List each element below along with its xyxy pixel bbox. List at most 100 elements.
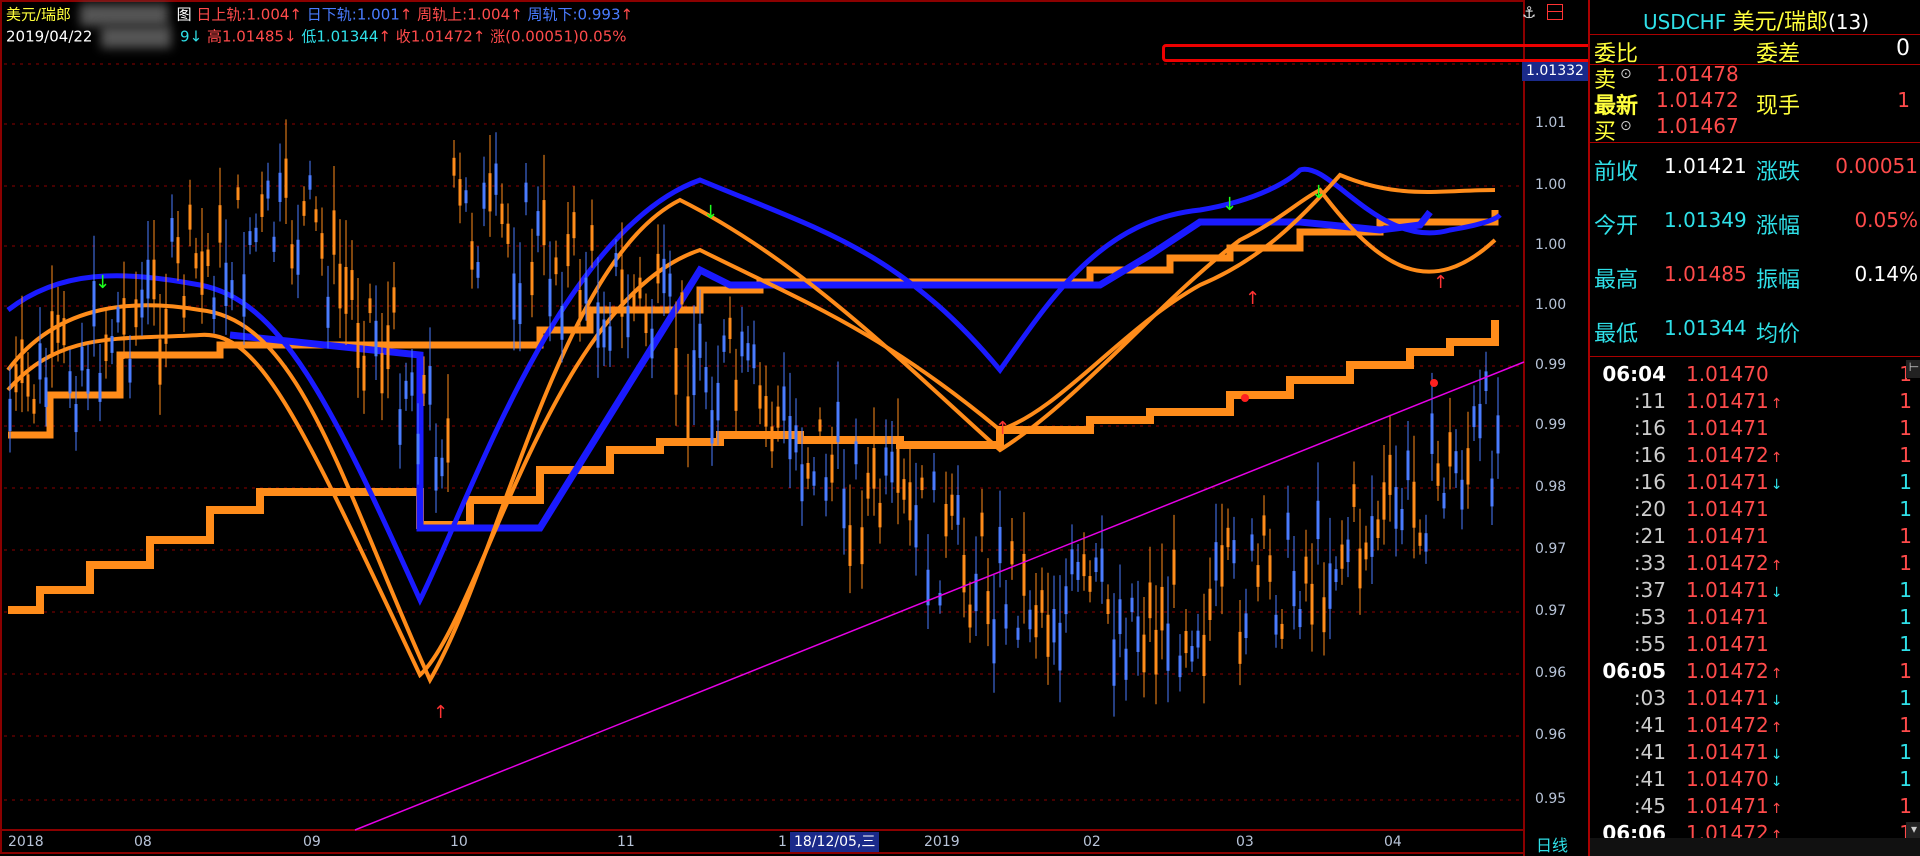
candle-body [1250, 534, 1254, 551]
candle-body [1154, 629, 1158, 675]
candle-body [1046, 614, 1050, 657]
time-tick-label: 09 [303, 834, 321, 850]
candle-body [338, 263, 342, 309]
candle-body [920, 477, 924, 491]
tick-price: 1.01472 ↑ [1686, 443, 1783, 467]
candle-body [812, 471, 816, 486]
tick-row[interactable]: :16 1.01471 1 [1590, 416, 1920, 443]
price-tick-label: 0.95 [1535, 791, 1567, 807]
candle-body [158, 339, 162, 385]
tick-price: 1.01471 ↑ [1686, 389, 1783, 413]
tick-time: :41 [1633, 713, 1666, 737]
bar-close-arrow: ↑ [472, 27, 486, 46]
candle-body [248, 231, 252, 246]
candle-body [188, 204, 192, 230]
kline-chart[interactable]: ↓ ↓ ↓ ↓ ↑ ↑ ↑ ↑ 美元/瑞郎 图 日上轨:1.004↑ 日下轨:1.001↑ 周… [0, 0, 1588, 856]
tick-row[interactable]: :53 1.01471 1 [1590, 605, 1920, 632]
tick-volume: 1 [1899, 767, 1912, 791]
zhenfu-value: 0.14% [1854, 262, 1918, 286]
candle-body [914, 505, 918, 548]
candle-body [1238, 631, 1242, 664]
tick-row[interactable]: :33 1.01472 ↑ 1 [1590, 551, 1920, 578]
tick-row[interactable]: :41 1.01471 ↓ 1 [1590, 740, 1920, 767]
candle-body [662, 258, 666, 294]
candle-body [548, 278, 552, 317]
grid-icon[interactable] [1547, 4, 1563, 20]
tick-price: 1.01471 ↓ [1686, 470, 1783, 494]
candle-body [308, 175, 312, 190]
candle-body [824, 477, 828, 501]
tool-label[interactable]: 图 [177, 6, 192, 24]
tick-price: 1.01471 ↓ [1686, 686, 1783, 710]
candle-body [434, 456, 438, 491]
candle-body [14, 364, 18, 393]
candle-body [1184, 631, 1188, 654]
candle-body [254, 227, 258, 243]
tick-row[interactable]: :55 1.01471 1 [1590, 632, 1920, 659]
tick-row[interactable]: :45 1.01471 ↑ 1 [1590, 794, 1920, 821]
tick-row[interactable]: :20 1.01471 1 [1590, 497, 1920, 524]
tick-row[interactable]: :41 1.01470 ↓ 1 [1590, 767, 1920, 794]
candle-body [1304, 556, 1308, 584]
ind-week-lower: 周轨下:0.993 [527, 5, 621, 24]
tick-row[interactable]: :11 1.01471 ↑ 1 [1590, 389, 1920, 416]
tick-price: 1.01472 ↑ [1686, 713, 1783, 737]
candle-body [1274, 614, 1278, 635]
high-label: 最高 [1594, 268, 1639, 293]
candle-body [758, 385, 762, 409]
candle-body [512, 273, 516, 320]
ind-week-upper: 周轨上:1.004 [417, 5, 511, 24]
time-tick-label: 08 [134, 834, 152, 850]
time-tick-label: 2019 [924, 834, 960, 850]
candle-body [56, 314, 60, 343]
zhangfu-value: 0.05% [1854, 208, 1918, 232]
candle-body [566, 234, 570, 267]
tick-time: :41 [1633, 740, 1666, 764]
candle-body [1364, 542, 1368, 560]
time-tick-label: 1 [778, 834, 787, 850]
tick-volume: 1 [1899, 740, 1912, 764]
candle-body [956, 495, 960, 525]
price-tick-label: 0.98 [1535, 479, 1567, 495]
tick-row[interactable]: 06:05 1.01472 ↑ 1 [1590, 659, 1920, 686]
candle-body [716, 382, 720, 421]
tick-price: 1.01470 ↓ [1686, 767, 1783, 791]
chart-canvas[interactable]: ↓ ↓ ↓ ↓ ↑ ↑ ↑ ↑ [0, 0, 1525, 856]
candle-body [1472, 406, 1476, 428]
candle-body [44, 377, 48, 407]
candle-body [140, 289, 144, 318]
candle-body [500, 203, 504, 225]
candle-body [608, 326, 612, 351]
bar-change: 涨(0.00051)0.05% [490, 27, 627, 46]
tick-row[interactable]: :37 1.01471 ↓ 1 [1590, 578, 1920, 605]
candle-body [686, 396, 690, 439]
tick-row[interactable]: :16 1.01471 ↓ 1 [1590, 470, 1920, 497]
candle-body [482, 182, 486, 209]
period-tab[interactable]: 日线 [1536, 832, 1568, 856]
tick-row[interactable]: :41 1.01472 ↑ 1 [1590, 713, 1920, 740]
partial-arrow: ↓ [189, 27, 203, 46]
tick-price: 1.01471 ↓ [1686, 578, 1783, 602]
tick-time: :45 [1633, 794, 1666, 818]
candle-body [800, 464, 804, 502]
candle-body [182, 295, 186, 318]
prev-close-value: 1.01421 [1664, 154, 1747, 178]
candle-body [590, 225, 594, 251]
candle-body [332, 210, 336, 255]
tick-row[interactable]: 06:041.014701 [1590, 362, 1920, 389]
candle-body [560, 305, 564, 340]
price-tick-label: 1.00 [1535, 237, 1567, 253]
tick-volume: 1 [1899, 551, 1912, 575]
candle-body [524, 182, 528, 203]
candle-body [380, 353, 384, 394]
tick-arrow: ↓ [1770, 585, 1783, 601]
candle-body [1034, 605, 1038, 638]
tick-row[interactable]: :03 1.01471 ↓ 1 [1590, 686, 1920, 713]
scroll-up-icon[interactable]: ⊢ [1906, 360, 1920, 378]
tick-row[interactable]: :21 1.01471 1 [1590, 524, 1920, 551]
tick-row[interactable]: :16 1.01472 ↑ 1 [1590, 443, 1920, 470]
candle-body [692, 350, 696, 396]
anchor-icon[interactable]: ⚓ [1522, 3, 1536, 22]
tick-price: 1.01471 [1686, 632, 1769, 656]
candle-body [1388, 454, 1392, 495]
